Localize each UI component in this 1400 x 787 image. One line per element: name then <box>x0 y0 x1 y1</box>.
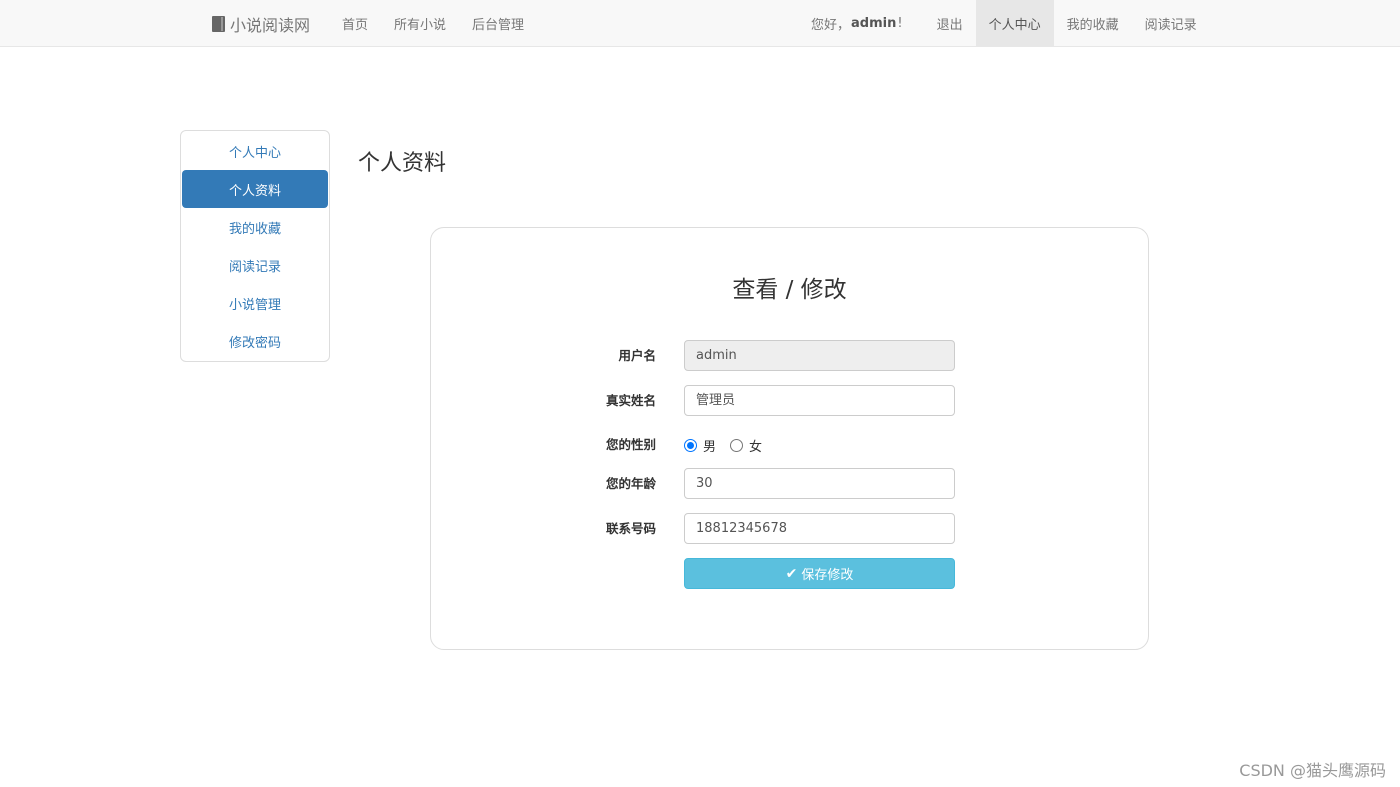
check-icon: ✔ <box>785 565 798 582</box>
realname-field[interactable]: 管理员 <box>684 385 955 416</box>
realname-row: 真实姓名 管理员 <box>431 385 1148 417</box>
brand-name: 小说阅读网 <box>230 15 311 35</box>
sidebar-item-reading-history[interactable]: 阅读记录 <box>182 246 328 284</box>
greeting-prefix: 您好， <box>811 18 851 33</box>
nav-item-logout[interactable]: 退出 <box>924 0 976 47</box>
sidebar-item-change-password[interactable]: 修改密码 <box>182 322 328 360</box>
sidebar-item-personal-center[interactable]: 个人中心 <box>182 132 328 170</box>
nav-left: 首页 所有小说 后台管理 <box>329 0 537 47</box>
save-button-label: 保存修改 <box>801 568 854 583</box>
phone-field[interactable]: 18812345678 <box>684 513 955 544</box>
username-label: 用户名 <box>618 348 656 363</box>
sidebar: 个人中心 个人资料 我的收藏 阅读记录 小说管理 修改密码 <box>180 130 330 362</box>
gender-female-label[interactable]: 女 <box>749 436 762 455</box>
save-button[interactable]: ✔ 保存修改 <box>684 558 955 589</box>
age-label: 您的年龄 <box>605 476 656 491</box>
phone-row: 联系号码 18812345678 <box>431 513 1148 545</box>
sidebar-item-novel-management[interactable]: 小说管理 <box>182 284 328 322</box>
gender-radio-group: 男 女 <box>684 429 770 461</box>
gender-male-radio[interactable] <box>684 438 697 452</box>
gender-female-radio[interactable] <box>730 438 744 452</box>
nav-item-reading-history[interactable]: 阅读记录 <box>1132 0 1210 47</box>
nav-item-admin[interactable]: 后台管理 <box>459 0 537 47</box>
nav-item-home[interactable]: 首页 <box>329 0 381 47</box>
book-icon <box>212 15 225 32</box>
greeting-user: admin <box>851 16 897 31</box>
greeting: 您好， admin! <box>798 0 924 47</box>
page-title: 个人资料 <box>358 151 447 176</box>
profile-panel: 查看 / 修改 用户名 admin 真实姓名 管理员 您的性别 男 女 您的年龄… <box>430 227 1149 650</box>
sidebar-item-favorites[interactable]: 我的收藏 <box>182 208 328 246</box>
gender-row: 您的性别 男 女 <box>431 429 1148 461</box>
sidebar-item-profile[interactable]: 个人资料 <box>182 170 328 208</box>
panel-title: 查看 / 修改 <box>732 277 847 303</box>
realname-label: 真实姓名 <box>605 393 656 408</box>
nav-item-personal-center[interactable]: 个人中心 <box>975 0 1054 47</box>
greeting-suffix: ! <box>897 16 903 31</box>
phone-label: 联系号码 <box>605 521 656 536</box>
gender-label: 您的性别 <box>605 437 656 452</box>
brand-link[interactable]: 小说阅读网 <box>212 0 310 47</box>
gender-male-label[interactable]: 男 <box>703 436 716 455</box>
age-row: 您的年龄 30 <box>431 468 1148 500</box>
username-row: 用户名 admin <box>431 340 1148 372</box>
navbar: 小说阅读网 首页 所有小说 后台管理 您好， admin! 退出 个人中心 我的收… <box>0 0 1400 47</box>
nav-item-favorites[interactable]: 我的收藏 <box>1054 0 1132 47</box>
nav-right: 您好， admin! 退出 个人中心 我的收藏 阅读记录 <box>798 0 1210 47</box>
age-field[interactable]: 30 <box>684 468 955 499</box>
nav-item-all-novels[interactable]: 所有小说 <box>381 0 459 47</box>
watermark: CSDN @猫头鹰源码 <box>1239 761 1386 780</box>
username-field: admin <box>684 340 955 371</box>
